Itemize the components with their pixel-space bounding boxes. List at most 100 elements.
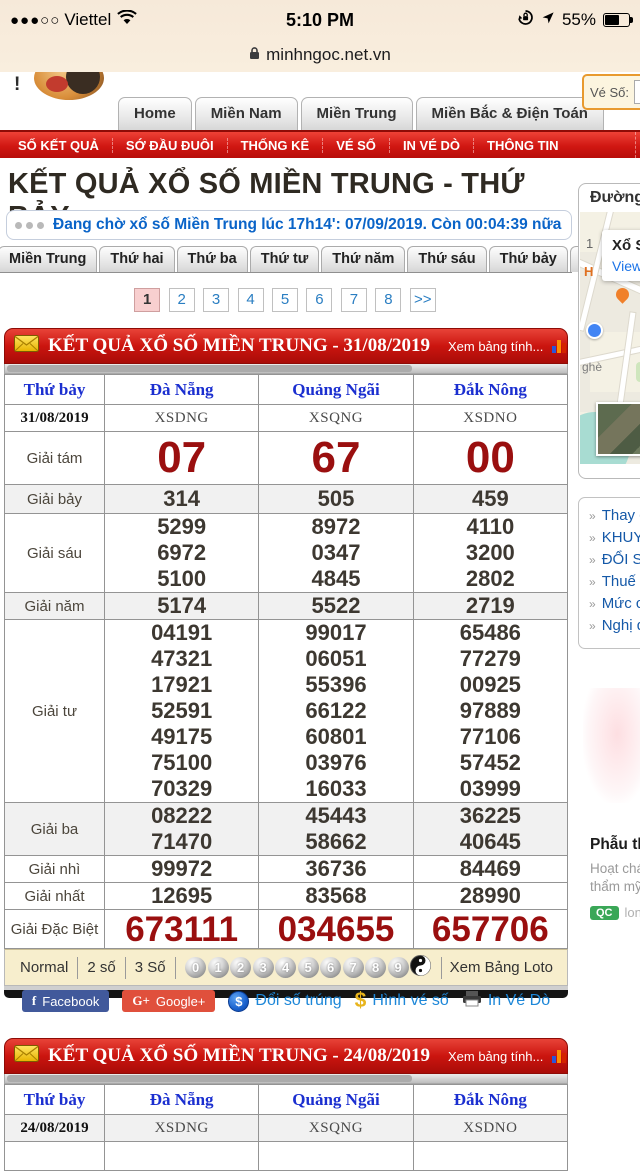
google-plus-share-button[interactable]: G+ Google+ — [122, 990, 215, 1012]
menu-in-ve-do[interactable]: IN VÉ DÒ — [389, 138, 473, 153]
sidebar-link-thue[interactable]: »Thuế th — [579, 570, 640, 592]
code-xsqng[interactable]: XSQNG — [259, 1115, 413, 1142]
prize-1-row: Giải nhất 12695 83568 28990 — [5, 883, 568, 910]
digit-balls: 0 1 2 3 4 5 6 7 8 9 — [176, 955, 441, 981]
xem-bang-loto-link[interactable]: Xem Bảng Loto — [442, 959, 561, 976]
menu-so-dau-duoi[interactable]: SỚ ĐẦU ĐUÔI — [112, 138, 227, 153]
tab-mien-nam[interactable]: Miền Nam — [195, 97, 298, 130]
results-table-3108: Thứ bảy Đà Nẵng Quảng Ngãi Đắk Nông 31/0… — [4, 374, 568, 949]
site-logo[interactable]: ! — [6, 72, 116, 106]
code-xsqng[interactable]: XSQNG — [259, 405, 413, 432]
map-satellite-thumbnail[interactable] — [596, 402, 640, 456]
sidebar-link-thay-doi[interactable]: »Thay đổ — [579, 504, 640, 526]
rotation-lock-icon — [517, 9, 534, 31]
page-2[interactable]: 2 — [169, 288, 195, 312]
sidebar-link-nghi-dinh[interactable]: »Nghị đị — [579, 614, 640, 636]
list-bullet-icon: » — [589, 531, 596, 545]
page-7[interactable]: 7 — [341, 288, 367, 312]
results-header-3108: KẾT QUẢ XỔ SỐ MIỀN TRUNG - 31/08/2019 Xe… — [4, 328, 568, 364]
code-xsdno[interactable]: XSDNO — [413, 405, 567, 432]
yin-yang-ball-icon[interactable] — [410, 955, 431, 981]
hinh-ve-so-link[interactable]: $ Hình vé số — [355, 989, 449, 1013]
menu-thong-tin[interactable]: THÔNG TIN — [473, 138, 572, 153]
col-dak-nong[interactable]: Đắk Nông — [413, 375, 567, 405]
ball-0[interactable]: 0 — [185, 957, 206, 978]
doi-so-trung-link[interactable]: $ Đổi số trúng — [228, 991, 341, 1012]
page-8[interactable]: 8 — [375, 288, 401, 312]
col-day[interactable]: Thứ bảy — [5, 375, 105, 405]
day-tab-thu-tu[interactable]: Thứ tư — [250, 246, 320, 272]
ad-source: long — [625, 905, 640, 920]
page-1[interactable]: 1 — [134, 288, 160, 312]
view-spreadsheet-link[interactable]: Xem bảng tính... — [448, 1049, 543, 1064]
ball-4[interactable]: 4 — [275, 957, 296, 978]
ball-1[interactable]: 1 — [208, 957, 229, 978]
page-3[interactable]: 3 — [203, 288, 229, 312]
padlock-icon — [249, 46, 260, 65]
menu-ve-so[interactable]: VÉ SỐ — [322, 138, 389, 153]
page-5[interactable]: 5 — [272, 288, 298, 312]
menu-so-ket-qua[interactable]: SỐ KẾT QUẢ — [0, 138, 112, 153]
col-dak-nong[interactable]: Đắk Nông — [413, 1085, 567, 1115]
sidebar-ad-text[interactable]: Phẫu th Hoạt chá thẩm mỹ QC long — [590, 836, 640, 920]
bar-chart-icon[interactable] — [552, 340, 566, 353]
day-tab-thu-ba[interactable]: Thứ ba — [177, 246, 248, 272]
tab-mien-bac-dien-toan[interactable]: Miền Bắc & Điện Toán — [416, 97, 604, 130]
page-4[interactable]: 4 — [238, 288, 264, 312]
prize-value: 00 — [414, 433, 567, 483]
tab-mien-trung[interactable]: Miền Trung — [301, 97, 413, 130]
location-arrow-icon — [541, 11, 555, 30]
page-6[interactable]: 6 — [306, 288, 332, 312]
view-spreadsheet-link[interactable]: Xem bảng tính... — [448, 339, 543, 354]
day-tab-thu-sau[interactable]: Thứ sáu — [407, 246, 486, 272]
code-xsdng[interactable]: XSDNG — [105, 1115, 259, 1142]
page-next[interactable]: >> — [410, 288, 436, 312]
table-scrollbar[interactable] — [4, 1074, 568, 1084]
map-panel-title: Đường — [579, 184, 640, 212]
sidebar-link-khuyen[interactable]: »KHUYẾ — [579, 526, 640, 548]
countdown-text: Đang chờ xổ số Miền Trung lúc 17h14': 07… — [53, 216, 561, 234]
col-quang-ngai[interactable]: Quảng Ngãi — [259, 1085, 413, 1115]
map-embed[interactable]: 1 H ghè Xổ S View — [580, 212, 640, 464]
menu-thong-ke[interactable]: THỐNG KÊ — [227, 138, 323, 153]
facebook-share-button[interactable]: f Facebook — [22, 990, 109, 1012]
ve-so-search-box: Vé Số: — [582, 74, 640, 110]
address-bar[interactable]: minhngoc.net.vn — [0, 40, 640, 70]
mode-3so[interactable]: 3 Số — [126, 959, 175, 976]
col-da-nang[interactable]: Đà Nẵng — [105, 375, 259, 405]
bar-chart-icon[interactable] — [552, 1050, 566, 1063]
day-tab-thu-hai[interactable]: Thứ hai — [99, 246, 174, 272]
day-tab-thu-bay[interactable]: Thứ bảy — [489, 246, 568, 272]
share-action-row: f Facebook G+ Google+ $ Đổi số trúng $ H… — [0, 989, 572, 1013]
mode-normal[interactable]: Normal — [11, 959, 77, 976]
ve-so-input[interactable] — [634, 80, 640, 104]
tab-home[interactable]: Home — [118, 97, 192, 130]
countdown-box: Đang chờ xổ số Miền Trung lúc 17h14': 07… — [6, 210, 572, 240]
ad-title[interactable]: Phẫu th — [590, 836, 640, 854]
day-tab-mien-trung[interactable]: Miền Trung — [0, 246, 97, 272]
map-popup-view-link[interactable]: View — [612, 258, 640, 274]
table-scrollbar[interactable] — [4, 364, 568, 374]
col-day[interactable]: Thứ bảy — [5, 1085, 105, 1115]
ball-6[interactable]: 6 — [320, 957, 341, 978]
sidebar-link-doi-so[interactable]: »ĐỔI SỐ — [579, 548, 640, 570]
ball-8[interactable]: 8 — [365, 957, 386, 978]
ball-3[interactable]: 3 — [253, 957, 274, 978]
mode-2so[interactable]: 2 số — [78, 959, 124, 976]
in-ve-do-link[interactable]: In Vé Dò — [462, 991, 550, 1012]
ball-7[interactable]: 7 — [343, 957, 364, 978]
col-da-nang[interactable]: Đà Nẵng — [105, 1085, 259, 1115]
col-quang-ngai[interactable]: Quảng Ngãi — [259, 375, 413, 405]
ball-2[interactable]: 2 — [230, 957, 251, 978]
prize-8-row: Giải tám 07 67 00 — [5, 432, 568, 485]
ad-line-1: Hoạt chá — [590, 860, 640, 878]
ball-5[interactable]: 5 — [298, 957, 319, 978]
results-header-2408: KẾT QUẢ XỔ SỐ MIỀN TRUNG - 24/08/2019 Xe… — [4, 1038, 568, 1074]
code-xsdng[interactable]: XSDNG — [105, 405, 259, 432]
code-xsdno[interactable]: XSDNO — [413, 1115, 567, 1142]
map-place-label: ghè — [582, 360, 602, 374]
map-marker-blue-icon[interactable] — [586, 322, 603, 339]
day-tab-thu-nam[interactable]: Thứ năm — [321, 246, 405, 272]
sidebar-link-muc[interactable]: »Mức ch — [579, 592, 640, 614]
ball-9[interactable]: 9 — [388, 957, 409, 978]
